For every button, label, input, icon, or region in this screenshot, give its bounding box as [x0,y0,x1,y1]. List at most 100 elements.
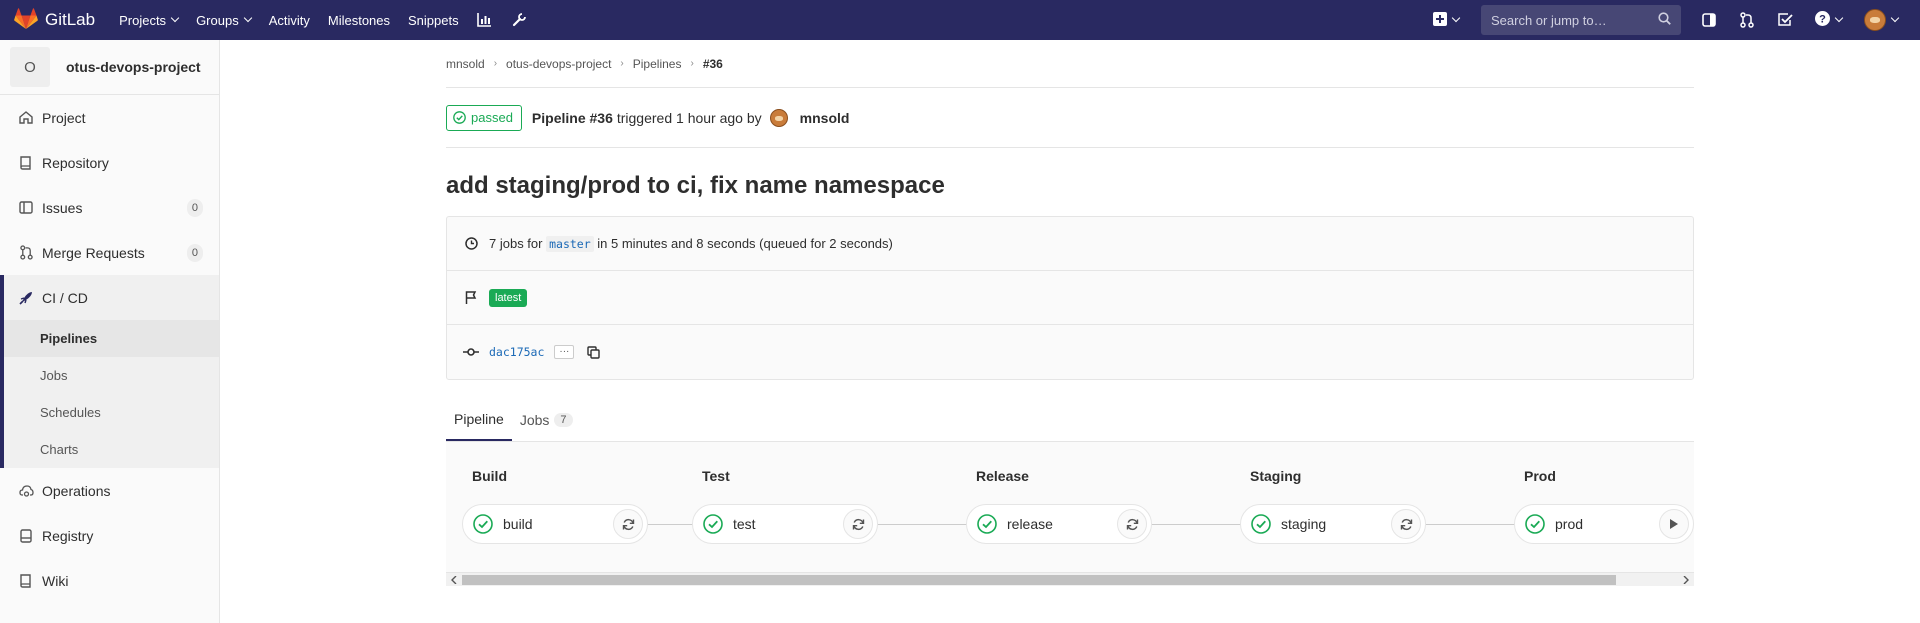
latest-badge: latest [489,288,528,307]
pipeline-status-label: passed [471,110,513,125]
pipeline-commit-row: dac175ac ··· [447,325,1693,379]
chevron-down-icon [243,13,252,23]
sidebar-item-project[interactable]: Project [0,95,219,140]
stage-connector [878,524,970,525]
scroll-left-icon[interactable] [449,575,459,585]
retry-icon[interactable] [1391,509,1421,539]
pipeline-badges-row: latest [447,271,1693,325]
nav-snippets-link[interactable]: Snippets [408,13,459,28]
sidebar-subitem-jobs[interactable]: Jobs [4,357,219,394]
job-name: prod [1555,516,1584,532]
sidebar-item-registry[interactable]: Registry [0,513,219,558]
sidebar-item-label: Wiki [42,572,69,589]
check-circle-icon [1525,514,1545,534]
sidebar-item-label: Repository [42,154,109,171]
horizontal-scrollbar[interactable] [446,572,1694,586]
pipeline-jobs-summary: 7 jobs for master in 5 minutes and 8 sec… [447,217,1693,271]
pipeline-user-link[interactable]: mnsold [800,110,850,126]
sidebar-toggle-icon[interactable] [1701,12,1717,28]
nav-projects-dropdown[interactable]: Projects [119,12,180,28]
sidebar-item-wiki[interactable]: Wiki [0,558,219,603]
new-dropdown[interactable] [1433,11,1461,29]
copy-icon[interactable] [584,343,602,361]
sidebar-subitem-charts[interactable]: Charts [4,431,219,468]
check-circle-icon [1251,514,1271,534]
issues-count-badge: 0 [186,199,203,217]
sidebar-item-merge-requests[interactable]: Merge Requests 0 [0,230,219,275]
commit-icon [463,344,479,360]
sidebar-item-operations[interactable]: Operations [0,468,219,513]
retry-icon[interactable] [1117,509,1147,539]
job-name: build [503,516,533,532]
sidebar-item-label: Merge Requests [42,244,145,261]
merge-request-icon [18,245,34,261]
check-circle-icon [473,514,493,534]
job-prod[interactable]: prod [1514,504,1694,544]
stage-title-release: Release [976,468,1029,484]
svg-text:?: ? [1819,14,1826,26]
retry-icon[interactable] [613,509,643,539]
jobs-count-text: 7 jobs for [489,236,543,251]
job-test[interactable]: test [692,504,878,544]
commit-sha-link[interactable]: dac175ac [489,345,544,359]
merge-request-icon[interactable] [1739,12,1755,28]
job-build[interactable]: build [462,504,648,544]
tab-jobs[interactable]: Jobs 7 [512,399,581,441]
sidebar-project-header[interactable]: O otus-devops-project [0,40,219,95]
sidebar-item-label: Issues [42,199,83,216]
gitlab-home-link[interactable]: GitLab [14,0,95,40]
search-box [1481,5,1681,35]
pipeline-status-badge[interactable]: passed [446,104,522,131]
retry-icon[interactable] [843,509,873,539]
toggle-commit-description-button[interactable]: ··· [554,345,575,359]
sidebar-item-issues[interactable]: Issues 0 [0,185,219,230]
project-avatar: O [10,47,50,87]
sidebar-subitem-schedules[interactable]: Schedules [4,394,219,431]
stage-title-test: Test [702,468,730,484]
commit-title: add staging/prod to ci, fix name namespa… [446,172,945,199]
sidebar-item-label: Operations [42,482,111,499]
sidebar-item-cicd[interactable]: CI / CD [4,275,219,320]
stage-connector [648,524,696,525]
main-content: mnsold › otus-devops-project › Pipelines… [446,40,1694,586]
breadcrumb-current[interactable]: #36 [703,57,723,71]
stage-title-build: Build [472,468,507,484]
main-nav: Projects Groups Activity Milestones Snip… [119,0,545,40]
user-menu-dropdown[interactable] [1864,9,1900,31]
help-dropdown[interactable]: ? [1815,11,1844,29]
sidebar-item-repository[interactable]: Repository [0,140,219,185]
chevron-down-icon [1890,13,1900,23]
gitlab-logo-icon [14,7,38,33]
clock-icon [463,236,479,252]
job-release[interactable]: release [966,504,1152,544]
pipeline-info-box: 7 jobs for master in 5 minutes and 8 sec… [446,216,1694,380]
job-name: staging [1281,516,1327,532]
nav-groups-dropdown[interactable]: Groups [196,13,252,28]
check-circle-icon [703,514,723,534]
sidebar-item-label: Project [42,109,86,126]
breadcrumb-project-link[interactable]: otus-devops-project [506,57,611,71]
scroll-thumb[interactable] [462,575,1616,585]
project-sidebar: O otus-devops-project Project Repository… [0,40,220,623]
chevron-down-icon [1451,13,1461,23]
pipeline-tabs: Pipeline Jobs 7 [446,400,1694,442]
tab-pipeline[interactable]: Pipeline [446,399,512,441]
todo-check-icon[interactable] [1777,12,1793,28]
breadcrumb-pipelines-link[interactable]: Pipelines [633,57,682,71]
search-icon [1658,12,1671,28]
nav-activity-link[interactable]: Activity [269,13,310,28]
user-avatar[interactable] [769,108,788,127]
sidebar-subitem-pipelines[interactable]: Pipelines [4,320,219,357]
job-staging[interactable]: staging [1240,504,1426,544]
wrench-icon[interactable] [511,12,527,28]
nav-projects-label: Projects [119,12,167,28]
search-input[interactable] [1491,12,1651,28]
jobs-duration-text: in 5 minutes and 8 seconds (queued for 2… [597,236,893,251]
nav-milestones-link[interactable]: Milestones [328,13,390,28]
breadcrumb-user-link[interactable]: mnsold [446,57,485,71]
play-icon[interactable] [1659,509,1689,539]
chart-icon[interactable] [477,12,493,28]
branch-link[interactable]: master [546,235,594,252]
user-avatar [1864,9,1886,31]
scroll-right-icon[interactable] [1681,575,1691,585]
